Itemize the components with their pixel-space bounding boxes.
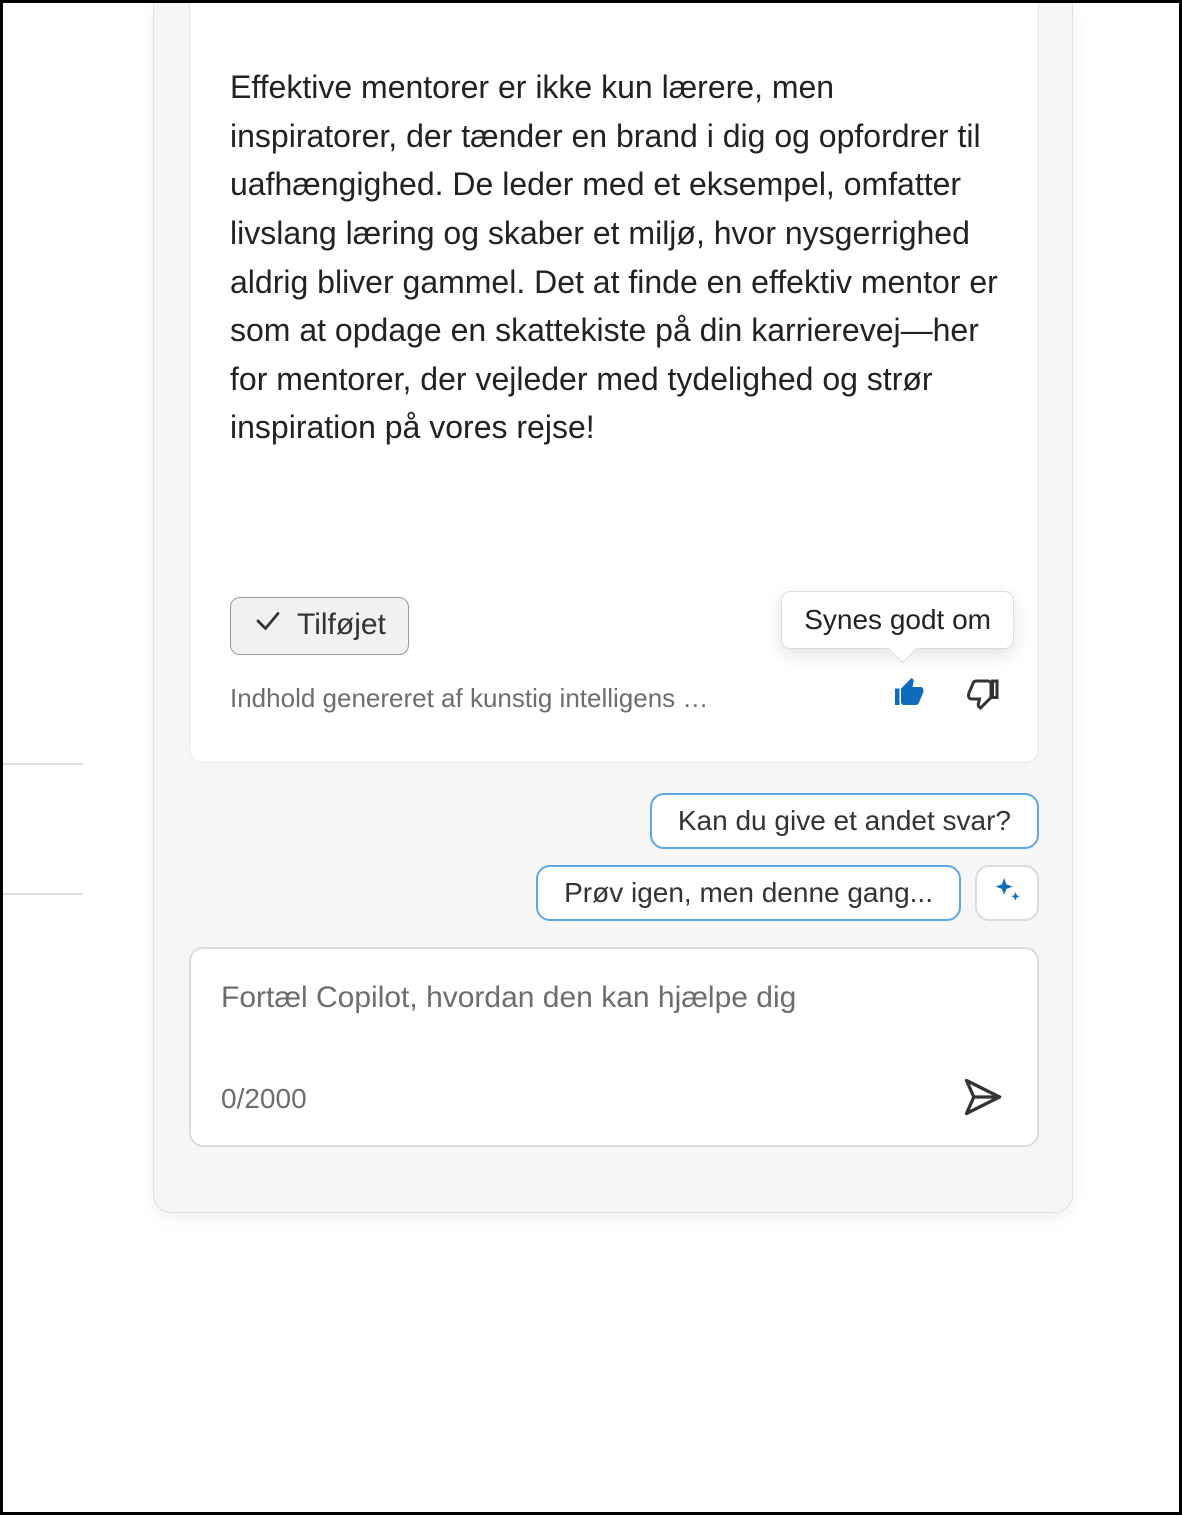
left-divider	[3, 893, 83, 895]
response-body: Effektive mentorer er ikke kun lærere, m…	[230, 63, 998, 452]
sparkle-button[interactable]	[975, 865, 1039, 921]
suggestion-chip-try-again[interactable]: Prøv igen, men denne gang...	[536, 865, 961, 921]
thumbs-down-button[interactable]	[962, 675, 1002, 715]
suggestion-row: Prøv igen, men denne gang...	[189, 865, 1039, 921]
suggestion-chip-another-answer[interactable]: Kan du give et andet svar?	[650, 793, 1039, 849]
left-divider	[3, 763, 83, 765]
added-button-label: Tilføjet	[297, 608, 386, 642]
like-tooltip: Synes godt om	[781, 591, 1014, 649]
thumbs-up-button[interactable]	[890, 675, 930, 715]
ai-disclaimer: Indhold genereret af kunstig intelligens…	[230, 683, 720, 714]
thumbs-up-icon	[892, 675, 928, 716]
char-count: 0/2000	[221, 1083, 307, 1115]
feedback-controls	[890, 675, 1002, 715]
prompt-placeholder: Fortæl Copilot, hvordan den kan hjælpe d…	[221, 981, 1007, 1015]
send-icon	[961, 1075, 1005, 1124]
thumbs-down-icon	[964, 675, 1000, 716]
app-frame: Effektive mentorer er ikke kun lærere, m…	[0, 0, 1182, 1515]
sparkle-icon	[990, 875, 1024, 912]
suggestion-row: Kan du give et andet svar?	[189, 793, 1039, 849]
copilot-panel: Effektive mentorer er ikke kun lærere, m…	[153, 3, 1073, 1213]
send-button[interactable]	[959, 1075, 1007, 1123]
added-button[interactable]: Tilføjet	[230, 597, 409, 655]
response-card: Effektive mentorer er ikke kun lærere, m…	[189, 3, 1039, 763]
like-tooltip-text: Synes godt om	[804, 604, 991, 635]
check-icon	[253, 606, 283, 644]
input-footer: 0/2000	[221, 1075, 1007, 1123]
prompt-input-box[interactable]: Fortæl Copilot, hvordan den kan hjælpe d…	[189, 947, 1039, 1147]
